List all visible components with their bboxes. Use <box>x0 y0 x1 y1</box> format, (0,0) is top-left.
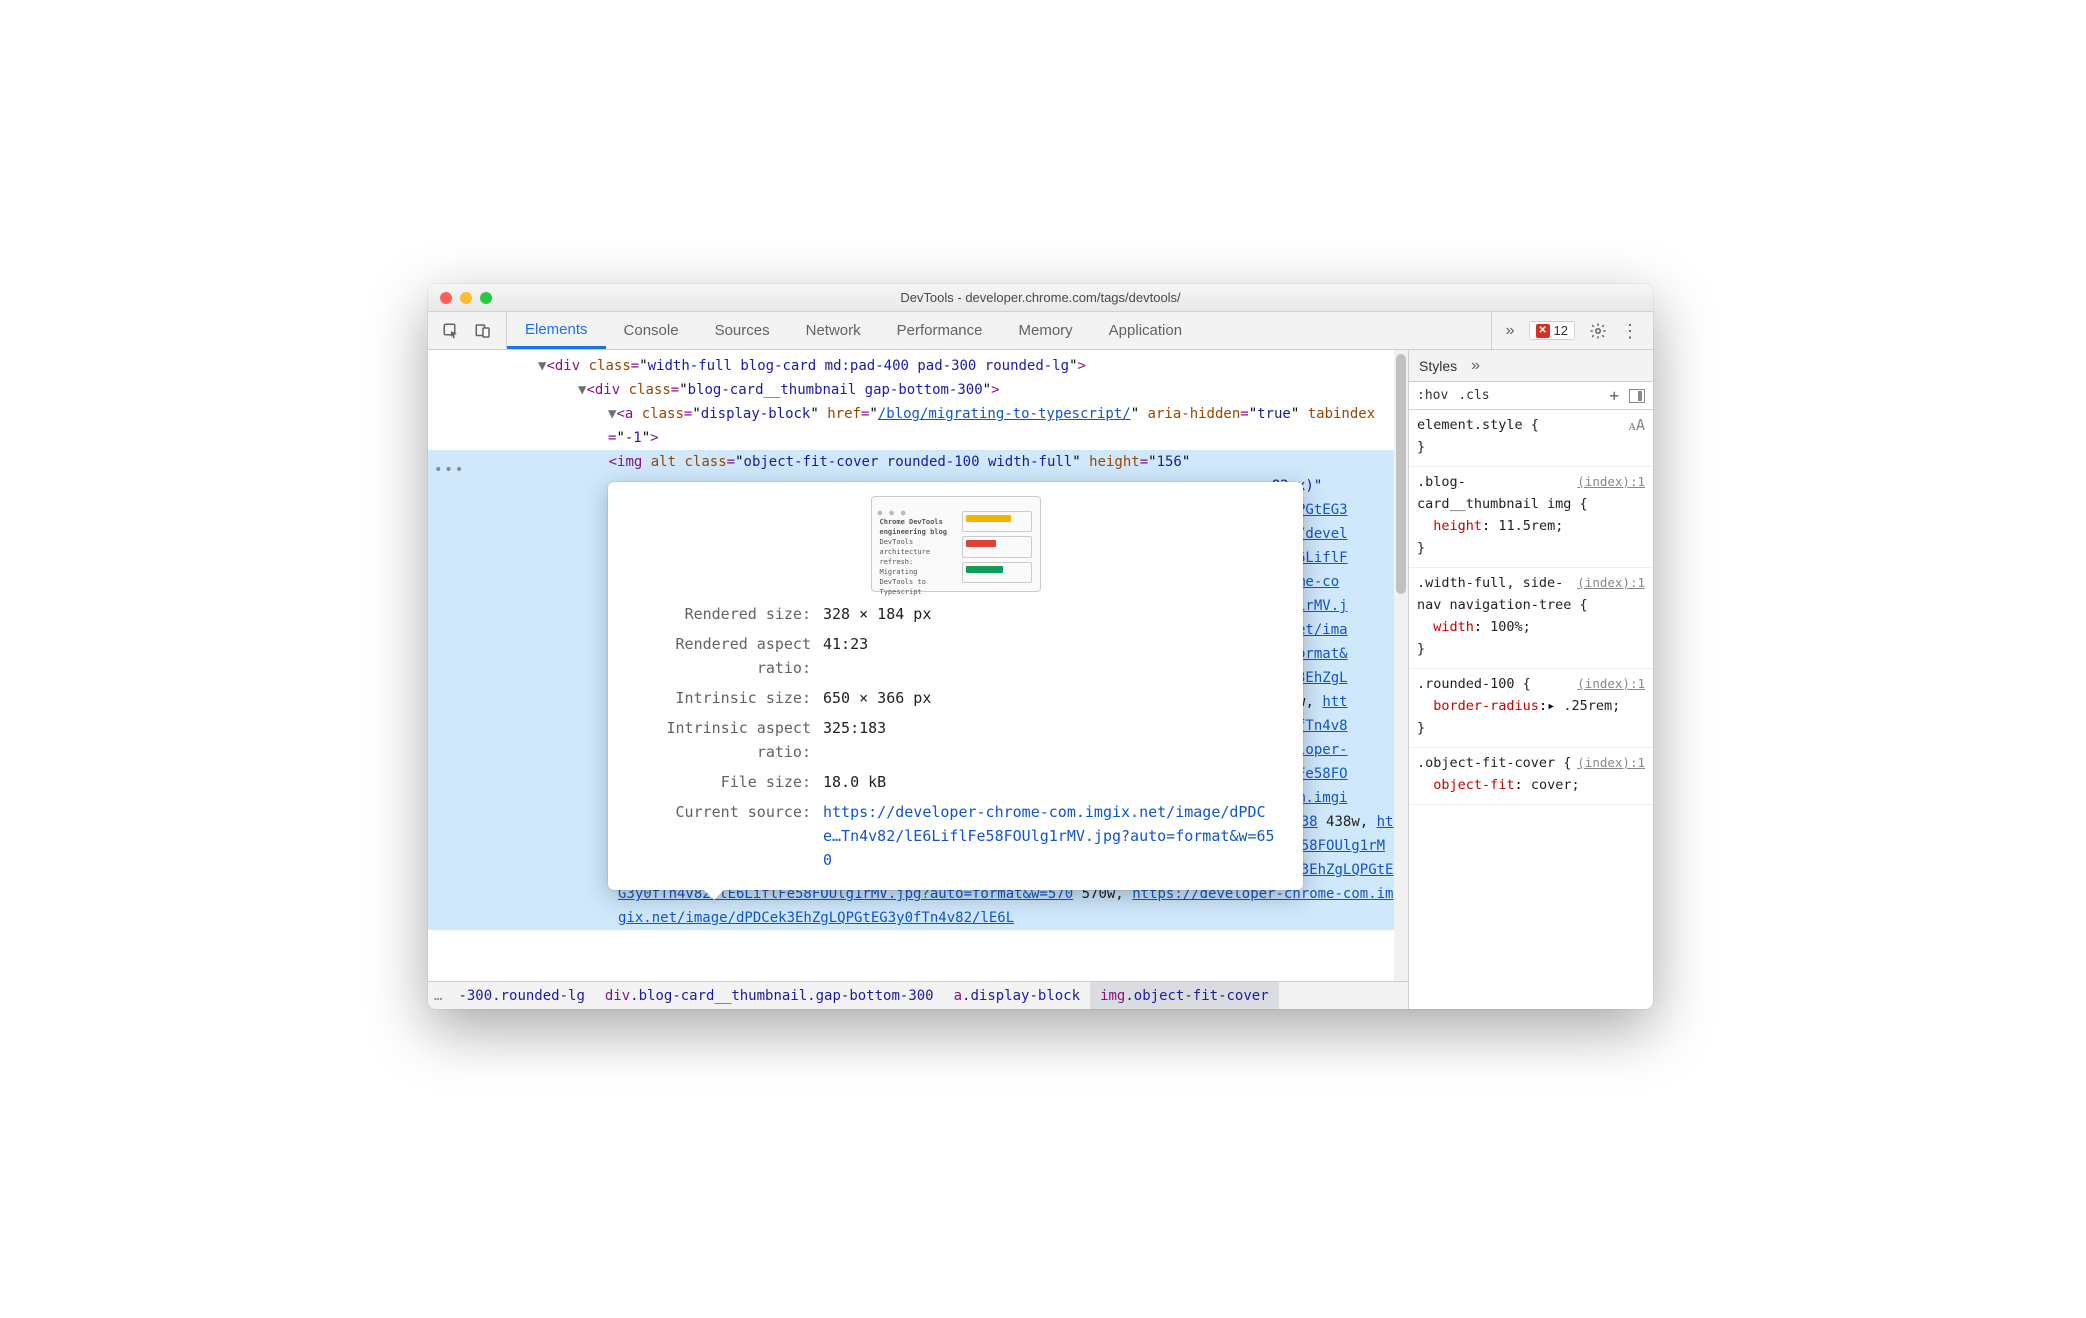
cls-toggle[interactable]: .cls <box>1458 388 1489 403</box>
image-info-tooltip: ● ● ● Chrome DevTools engineering blog D… <box>608 482 1303 890</box>
inspect-icon[interactable] <box>442 322 460 340</box>
tab-sources[interactable]: Sources <box>697 312 788 349</box>
new-style-rule-icon[interactable]: + <box>1609 386 1619 405</box>
window-title: DevTools - developer.chrome.com/tags/dev… <box>428 290 1653 305</box>
breadcrumb-item[interactable]: div.blog-card__thumbnail.gap-bottom-300 <box>595 982 944 1009</box>
thumbnail-preview: ● ● ● Chrome DevTools engineering blog D… <box>871 496 1041 592</box>
tab-performance[interactable]: Performance <box>879 312 1001 349</box>
computed-toggle-icon[interactable] <box>1629 389 1645 403</box>
breadcrumb: … -300.rounded-lg div.blog-card__thumbna… <box>428 981 1408 1009</box>
device-toggle-icon[interactable] <box>474 322 492 340</box>
tooltip-label: Current source: <box>628 800 823 872</box>
tab-console[interactable]: Console <box>606 312 697 349</box>
tooltip-value: 325:183 <box>823 716 1283 764</box>
more-tabs-icon[interactable]: » <box>1506 322 1515 340</box>
devtools-window: DevTools - developer.chrome.com/tags/dev… <box>428 284 1653 1009</box>
gear-icon[interactable] <box>1589 322 1607 340</box>
scrollbar[interactable] <box>1394 350 1408 981</box>
error-badge[interactable]: ✕ 12 <box>1529 321 1575 340</box>
tooltip-label: Rendered aspect ratio: <box>628 632 823 680</box>
tab-network[interactable]: Network <box>788 312 879 349</box>
tooltip-label: Intrinsic aspect ratio: <box>628 716 823 764</box>
rule-source-link[interactable]: (index):1 <box>1577 572 1645 594</box>
panel-tabs: Elements Console Sources Network Perform… <box>507 312 1491 349</box>
breadcrumb-item[interactable]: img.object-fit-cover <box>1090 982 1279 1009</box>
sidebar-tab-styles[interactable]: Styles <box>1419 358 1457 374</box>
breadcrumb-item[interactable]: -300.rounded-lg <box>448 982 594 1009</box>
elements-panel: ••• ▼<div class="width-full blog-card md… <box>428 350 1408 1009</box>
rule-source-link[interactable]: (index):1 <box>1577 471 1645 493</box>
style-rules[interactable]: ᴀA element.style { } (index):1 .blog-car… <box>1409 410 1653 1009</box>
gutter-dots-icon: ••• <box>434 458 465 482</box>
rule-source-link[interactable]: (index):1 <box>1577 673 1645 695</box>
font-size-icon[interactable]: ᴀA <box>1628 414 1645 436</box>
dom-tree[interactable]: ••• ▼<div class="width-full blog-card md… <box>428 350 1408 981</box>
tooltip-label: Rendered size: <box>628 602 823 626</box>
titlebar: DevTools - developer.chrome.com/tags/dev… <box>428 284 1653 312</box>
tooltip-value: 18.0 kB <box>823 770 1283 794</box>
styles-sidebar: Styles » :hov .cls + ᴀA element.style { … <box>1408 350 1653 1009</box>
rule-source-link[interactable]: (index):1 <box>1577 752 1645 774</box>
tooltip-label: Intrinsic size: <box>628 686 823 710</box>
tooltip-value: 650 × 366 px <box>823 686 1283 710</box>
more-sidebar-tabs-icon[interactable]: » <box>1471 357 1480 375</box>
kebab-icon[interactable]: ⋮ <box>1621 326 1639 336</box>
toolbar: Elements Console Sources Network Perform… <box>428 312 1653 350</box>
hov-toggle[interactable]: :hov <box>1417 388 1448 403</box>
href-link[interactable]: /blog/migrating-to-typescript/ <box>878 406 1131 422</box>
tooltip-value: 328 × 184 px <box>823 602 1283 626</box>
breadcrumb-overflow[interactable]: … <box>428 988 448 1004</box>
tooltip-value: 41:23 <box>823 632 1283 680</box>
breadcrumb-item[interactable]: a.display-block <box>944 982 1090 1009</box>
tooltip-label: File size: <box>628 770 823 794</box>
tab-memory[interactable]: Memory <box>1001 312 1091 349</box>
error-icon: ✕ <box>1536 324 1550 338</box>
tab-application[interactable]: Application <box>1091 312 1200 349</box>
srcset-link[interactable]: htt <box>1322 694 1347 710</box>
tab-elements[interactable]: Elements <box>507 312 606 349</box>
tooltip-source-link[interactable]: https://developer-chrome-com.imgix.net/i… <box>823 800 1283 872</box>
error-count: 12 <box>1554 323 1568 338</box>
